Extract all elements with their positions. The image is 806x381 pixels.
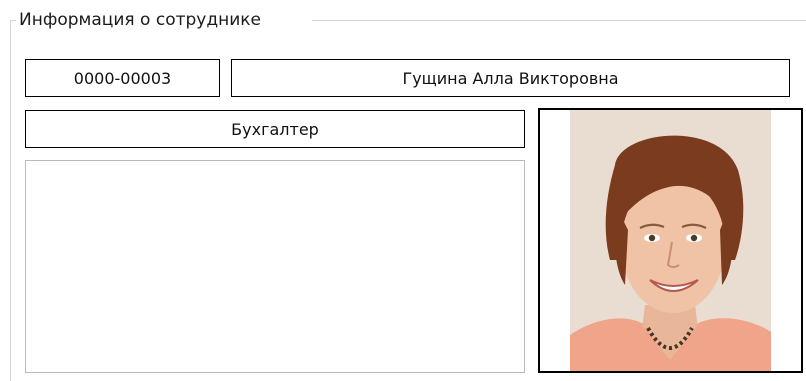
employee-code-field[interactable]: 0000-00003	[25, 59, 220, 97]
employee-position-field[interactable]: Бухгалтер	[25, 110, 525, 148]
groupbox-border-top-right	[312, 20, 806, 21]
groupbox-title: Информация о сотруднике	[19, 9, 265, 31]
employee-notes-area[interactable]	[25, 160, 525, 373]
employee-name-field[interactable]: Гущина Алла Викторовна	[231, 59, 790, 97]
employee-photo-icon	[570, 110, 771, 371]
employee-photo-frame[interactable]	[538, 108, 803, 373]
groupbox-border-left	[10, 20, 11, 381]
employee-info-panel: Информация о сотруднике 0000-00003 Гущин…	[0, 0, 806, 381]
